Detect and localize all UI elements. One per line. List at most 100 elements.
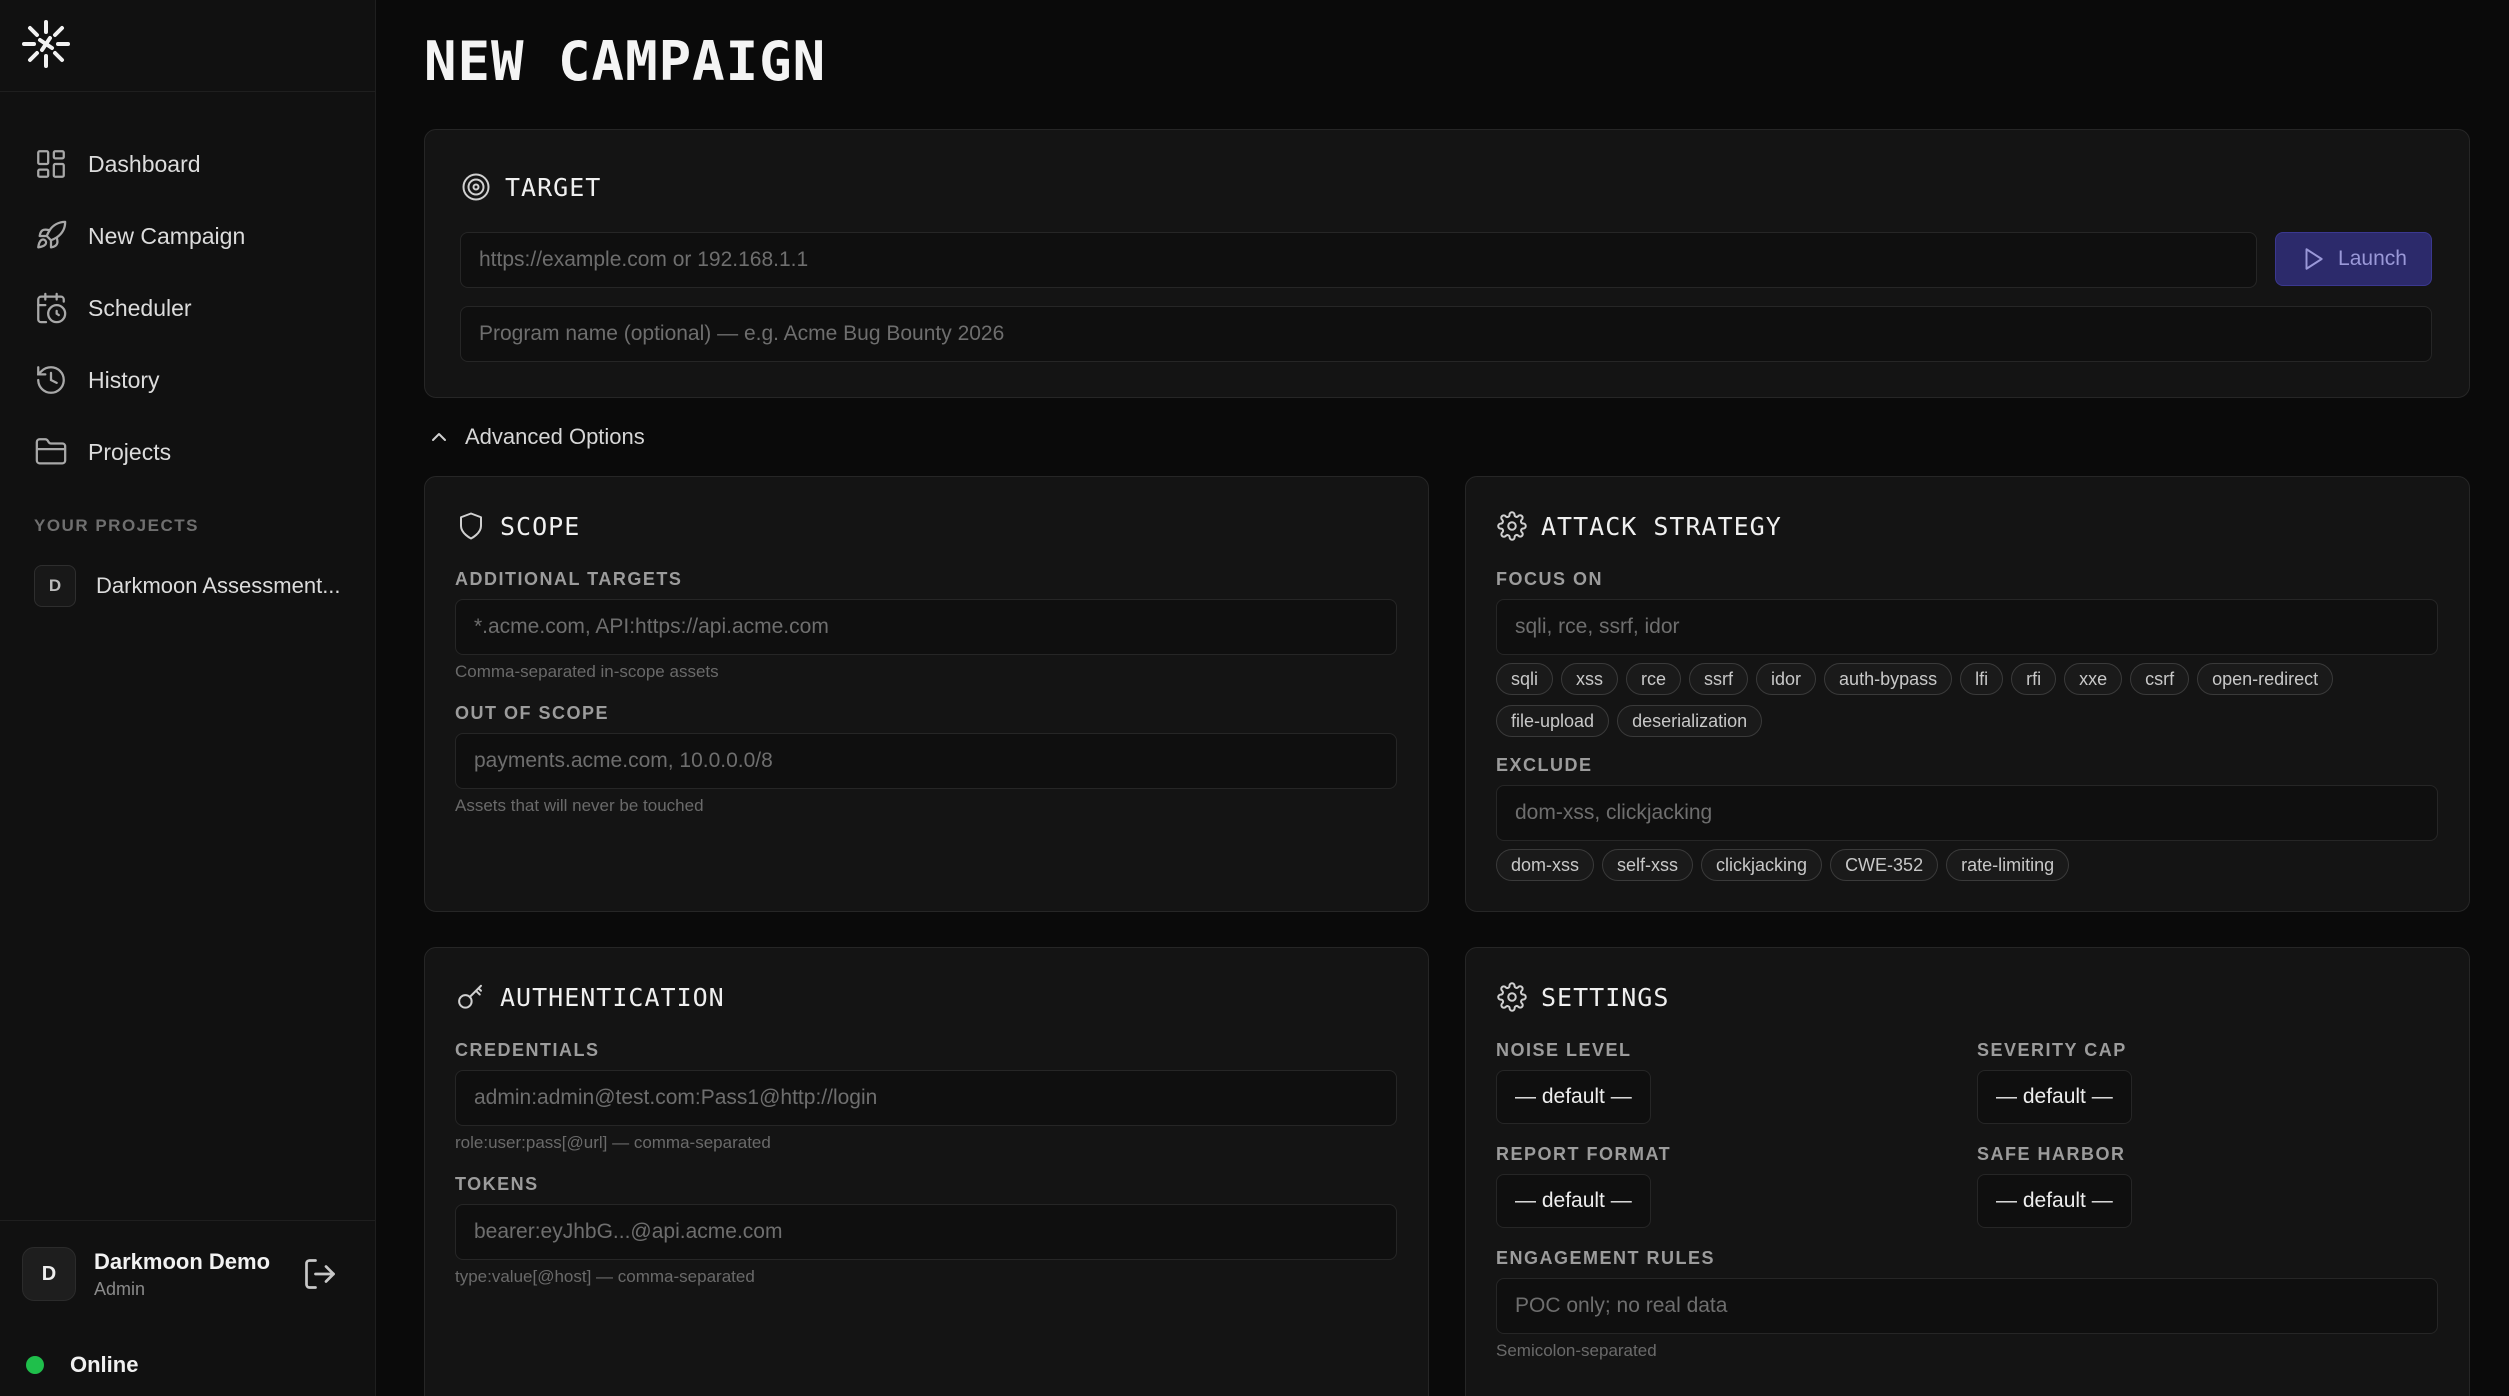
nav-item-scheduler[interactable]: Scheduler — [0, 272, 376, 344]
advanced-options-toggle[interactable]: Advanced Options — [427, 424, 645, 450]
program-name-input[interactable] — [460, 306, 2432, 362]
target-url-input[interactable] — [460, 232, 2257, 288]
safe-harbor-select[interactable]: — default — — [1977, 1174, 2132, 1228]
report-format-label: REPORT FORMAT — [1496, 1144, 1672, 1164]
nav-label: Scheduler — [88, 294, 192, 321]
logout-icon[interactable] — [302, 1256, 338, 1292]
tag-chip[interactable]: rce — [1626, 663, 1682, 695]
nav-item-projects[interactable]: Projects — [0, 416, 376, 488]
connection-status: Online — [26, 1352, 138, 1378]
tag-chip[interactable]: dom-xss — [1496, 849, 1595, 881]
tag-chip[interactable]: rfi — [2011, 663, 2057, 695]
dashboard-icon — [37, 150, 65, 178]
card-title: AUTHENTICATION — [500, 982, 725, 1012]
exclude-label: EXCLUDE — [1496, 755, 1593, 775]
history-icon — [37, 366, 65, 394]
engagement-rules-label: ENGAGEMENT RULES — [1496, 1248, 1716, 1268]
shield-icon — [460, 512, 482, 540]
tag-chip[interactable]: rate-limiting — [1946, 849, 2070, 881]
tokens-hint: type:value[@host] — comma-separated — [455, 1267, 755, 1286]
credentials-input[interactable] — [455, 1070, 1397, 1126]
page-title: NEW CAMPAIGN — [424, 30, 827, 93]
out-of-scope-hint: Assets that will never be touched — [455, 796, 704, 815]
card-title: ATTACK STRATEGY — [1541, 511, 1782, 541]
report-format-select[interactable]: — default — — [1496, 1174, 1651, 1228]
section-label: YOUR PROJECTS — [34, 516, 199, 535]
additional-targets-input[interactable] — [455, 599, 1397, 655]
project-name: Darkmoon Assessment... — [96, 573, 341, 598]
noise-level-label: NOISE LEVEL — [1496, 1040, 1632, 1060]
tag-chip[interactable]: sqli — [1496, 663, 1554, 695]
tokens-input[interactable] — [455, 1204, 1397, 1260]
exclude-input[interactable] — [1496, 785, 2438, 841]
status-text: Online — [70, 1352, 139, 1377]
user-profile: D Darkmoon Demo Admin — [22, 1247, 270, 1301]
tag-chip[interactable]: xss — [1561, 663, 1619, 695]
engagement-rules-hint: Semicolon-separated — [1496, 1341, 1657, 1360]
tag-chip[interactable]: open-redirect — [2197, 663, 2334, 695]
advanced-options-label: Advanced Options — [465, 424, 645, 449]
sidebar: Dashboard New Campaign Scheduler History… — [0, 0, 376, 1396]
tag-chip[interactable]: idor — [1756, 663, 1817, 695]
project-avatar: D — [34, 565, 76, 607]
tokens-label: TOKENS — [455, 1174, 539, 1194]
focus-tags: sqli xss rce ssrf idor auth-bypass lfi rfi xxe cs… — [1496, 663, 2438, 737]
launch-label: Launch — [2338, 247, 2407, 270]
tag-chip[interactable]: lfi — [1960, 663, 2004, 695]
scope-card: SCOPE — [424, 476, 1429, 912]
tag-chip[interactable]: deserialization — [1617, 705, 1763, 737]
nav-label: Projects — [88, 438, 172, 465]
launch-button[interactable]: Launch — [2275, 232, 2432, 286]
nav-label: New Campaign — [88, 222, 246, 249]
noise-level-select[interactable]: — default — — [1496, 1070, 1651, 1124]
calendar-clock-icon — [37, 292, 67, 324]
project-item[interactable]: D Darkmoon Assessment... — [34, 565, 341, 607]
focus-on-input[interactable] — [1496, 599, 2438, 655]
tag-chip[interactable]: file-upload — [1496, 705, 1610, 737]
tag-chip[interactable]: CWE-352 — [1830, 849, 1939, 881]
logo-icon[interactable] — [20, 18, 72, 70]
severity-cap-select[interactable]: — default — — [1977, 1070, 2132, 1124]
tag-chip[interactable]: xxe — [2064, 663, 2123, 695]
play-icon — [2305, 248, 2323, 270]
user-role: Admin — [94, 1278, 146, 1299]
exclude-tags: dom-xss self-xss clickjacking CWE-352 rate-l… — [1496, 849, 2438, 881]
divider — [0, 1220, 376, 1221]
focus-on-label: FOCUS ON — [1496, 569, 1604, 589]
additional-targets-hint: Comma-separated in-scope assets — [455, 662, 719, 681]
severity-cap-label: SEVERITY CAP — [1977, 1040, 2127, 1060]
folder-icon — [35, 438, 67, 465]
tag-chip[interactable]: ssrf — [1689, 663, 1749, 695]
card-title: SETTINGS — [1541, 982, 1670, 1012]
nav-label: History — [88, 366, 160, 393]
credentials-hint: role:user:pass[@url] — comma-separated — [455, 1133, 771, 1152]
user-name: Darkmoon Demo — [94, 1248, 271, 1274]
card-title: TARGET — [505, 172, 602, 202]
avatar: D — [22, 1247, 76, 1301]
authentication-card: AUTHENTICATION — [424, 947, 1429, 1396]
main-nav: Dashboard New Campaign Scheduler History… — [0, 128, 376, 488]
target-icon — [462, 173, 490, 201]
tag-chip[interactable]: self-xss — [1602, 849, 1694, 881]
out-of-scope-input[interactable] — [455, 733, 1397, 789]
rocket-icon — [37, 220, 67, 249]
nav-item-history[interactable]: History — [0, 344, 376, 416]
gear-icon — [1497, 511, 1527, 541]
credentials-label: CREDENTIALS — [455, 1040, 600, 1060]
additional-targets-label: ADDITIONAL TARGETS — [455, 569, 683, 589]
status-dot — [26, 1356, 44, 1374]
tag-chip[interactable]: csrf — [2130, 663, 2190, 695]
key-icon — [458, 984, 482, 1009]
safe-harbor-label: SAFE HARBOR — [1977, 1144, 2126, 1164]
out-of-scope-label: OUT OF SCOPE — [455, 703, 610, 723]
engagement-rules-input[interactable] — [1496, 1278, 2438, 1334]
chevron-up-icon — [432, 433, 446, 441]
tag-chip[interactable]: auth-bypass — [1824, 663, 1953, 695]
tag-chip[interactable]: clickjacking — [1701, 849, 1823, 881]
card-title: SCOPE — [500, 511, 581, 541]
divider — [0, 91, 376, 92]
nav-item-dashboard[interactable]: Dashboard — [0, 128, 376, 200]
nav-item-new-campaign[interactable]: New Campaign — [0, 200, 376, 272]
gear-icon — [1497, 982, 1527, 1012]
nav-label: Dashboard — [88, 150, 201, 177]
